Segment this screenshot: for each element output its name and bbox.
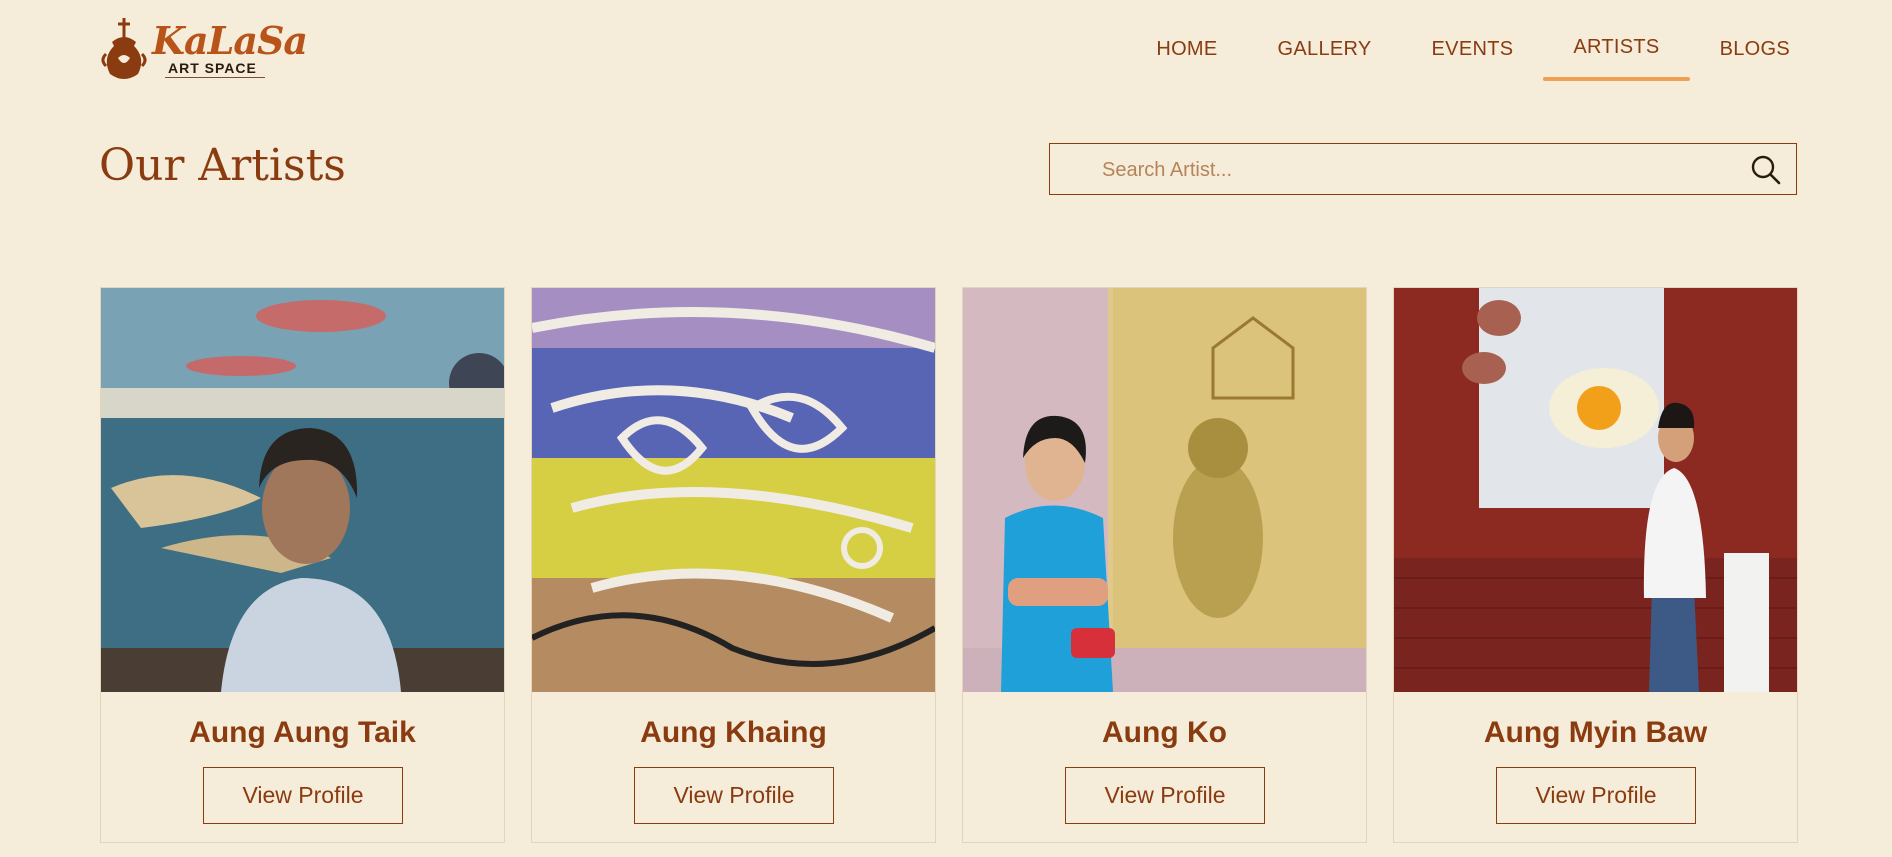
view-profile-button[interactable]: View Profile xyxy=(634,767,834,824)
search-input[interactable] xyxy=(1100,154,1704,186)
view-profile-button[interactable]: View Profile xyxy=(1496,767,1696,824)
main-nav: HOME GALLERY EVENTS ARTISTS BLOGS xyxy=(1096,26,1790,81)
nav-blogs[interactable]: BLOGS xyxy=(1720,28,1790,77)
artist-photo[interactable] xyxy=(1394,288,1797,692)
view-profile-button[interactable]: View Profile xyxy=(203,767,403,824)
kalasa-pot-icon xyxy=(101,18,147,79)
artist-photo[interactable] xyxy=(532,288,935,692)
artist-photo[interactable] xyxy=(963,288,1366,692)
artist-grid: Aung Aung Taik View Profile Aung Khaing … xyxy=(100,287,1798,843)
search-box xyxy=(1049,143,1797,195)
brand-logo[interactable]: KaLaSa ART SPACE xyxy=(100,16,308,82)
nav-artists[interactable]: ARTISTS xyxy=(1543,26,1690,81)
view-profile-button[interactable]: View Profile xyxy=(1065,767,1265,824)
artist-card: Aung Myin Baw View Profile xyxy=(1393,287,1798,843)
artist-photo[interactable] xyxy=(101,288,504,692)
nav-home[interactable]: HOME xyxy=(1156,28,1217,77)
artist-name: Aung Aung Taik xyxy=(189,716,416,749)
artist-card: Aung Ko View Profile xyxy=(962,287,1367,843)
nav-gallery[interactable]: GALLERY xyxy=(1278,28,1372,77)
artist-name: Aung Ko xyxy=(1102,716,1227,749)
brand-name: KaLaSa xyxy=(152,18,308,63)
nav-events[interactable]: EVENTS xyxy=(1432,28,1514,77)
artist-card: Aung Aung Taik View Profile xyxy=(100,287,505,843)
artist-card: Aung Khaing View Profile xyxy=(531,287,936,843)
search-icon[interactable] xyxy=(1750,154,1782,186)
artist-name: Aung Khaing xyxy=(640,716,827,749)
page-title: Our Artists xyxy=(99,140,346,191)
artist-name: Aung Myin Baw xyxy=(1483,716,1708,749)
brand-subtitle: ART SPACE xyxy=(165,60,265,78)
